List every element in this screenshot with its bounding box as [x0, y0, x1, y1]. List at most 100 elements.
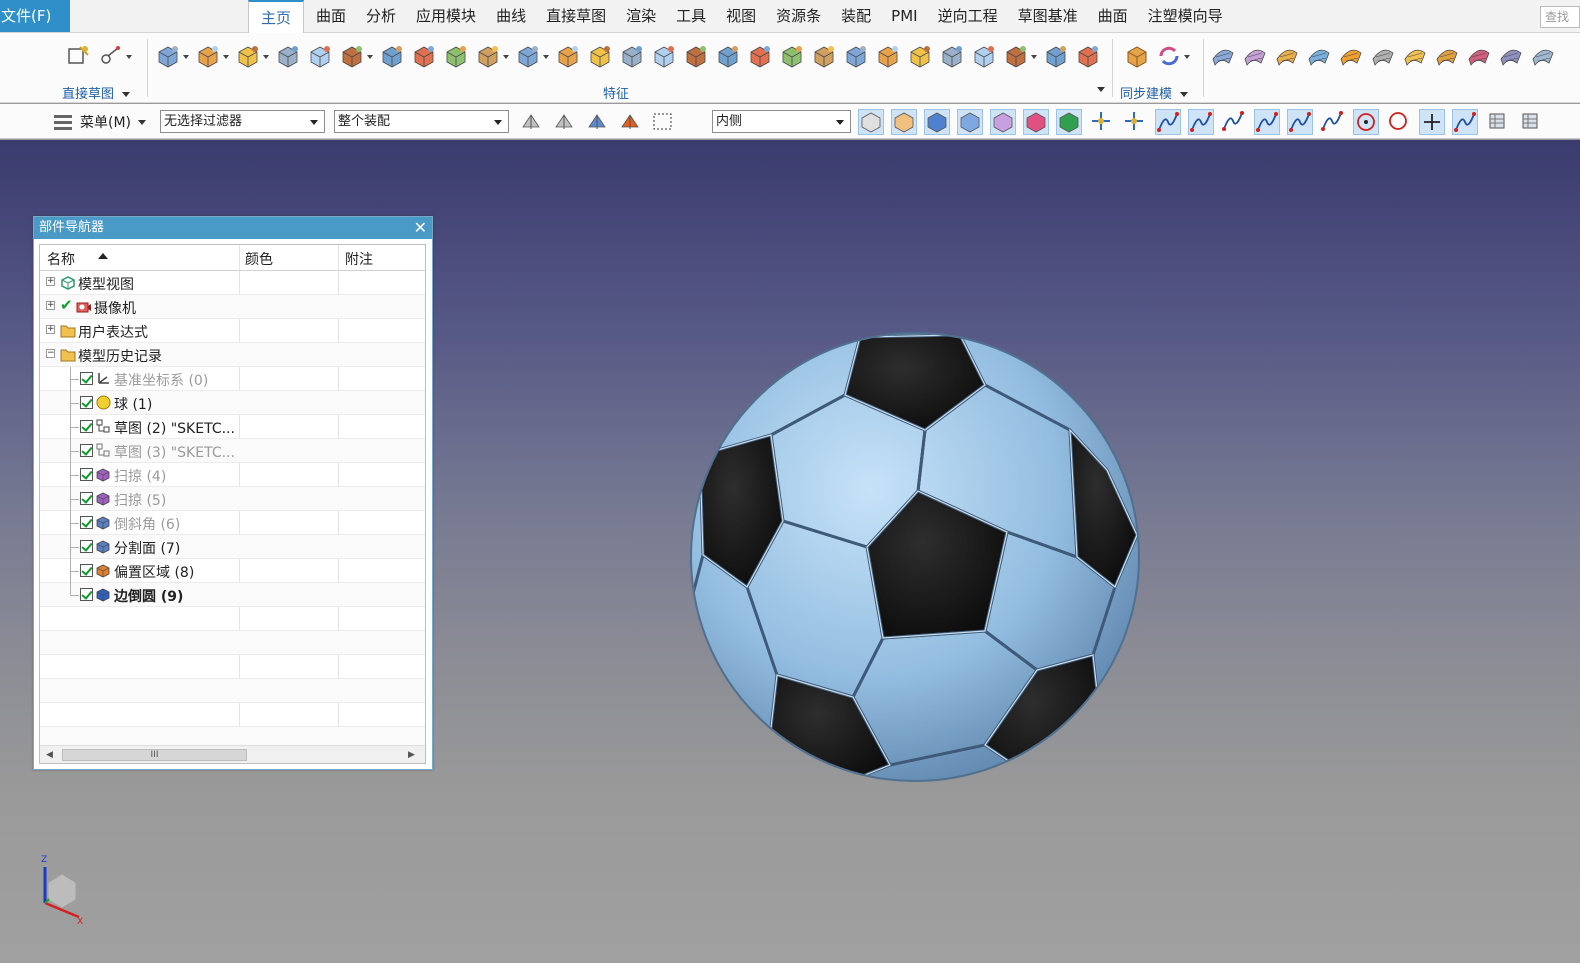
tab-sketch-datum[interactable]: 草图基准 [1010, 0, 1086, 33]
tab-render[interactable]: 渲染 [618, 0, 664, 33]
visible-check-icon[interactable]: ✔ [60, 296, 73, 314]
wave-curve-icon[interactable] [1287, 109, 1313, 135]
trim-body-icon[interactable] [555, 43, 581, 69]
circle-icon[interactable] [1386, 109, 1412, 135]
point-snap-icon[interactable] [617, 109, 643, 135]
split-body-icon[interactable] [587, 43, 613, 69]
unite-icon[interactable] [475, 43, 509, 69]
extend-sheet-icon[interactable] [1498, 43, 1524, 69]
tree-row[interactable]: + ✔ 摄像机 [40, 295, 425, 319]
column-header-note[interactable]: 附注 [345, 249, 373, 269]
tree-row[interactable]: 边倒圆 (9) [40, 583, 425, 607]
extrude-icon[interactable] [339, 43, 373, 69]
tab-resource-bar[interactable]: 资源条 [768, 0, 829, 33]
snap-point-dropdown[interactable]: 内侧 [712, 110, 851, 133]
feature-checkbox[interactable] [80, 588, 93, 601]
lattice-icon[interactable] [235, 43, 269, 69]
tree-row[interactable]: 分割面 (7) [40, 535, 425, 559]
bounded-plane-icon[interactable] [1370, 43, 1396, 69]
offset-face-icon[interactable] [747, 43, 773, 69]
sync-modeling-group-label[interactable]: 同步建模 [1120, 83, 1189, 102]
selection-filter-dropdown[interactable]: 无选择过滤器 [160, 110, 325, 133]
draft-icon[interactable] [811, 43, 837, 69]
selection-scope-dropdown[interactable]: 整个装配 [334, 110, 509, 133]
spline-icon[interactable] [1254, 109, 1280, 135]
sketch-curve-icon[interactable] [98, 43, 132, 69]
tree-row[interactable]: 草图 (3) "SKETC... [40, 439, 425, 463]
snap-options-icon[interactable] [584, 109, 610, 135]
file-menu-button[interactable]: 文件(F) [0, 0, 70, 32]
tree-row[interactable]: + 用户表达式 [40, 319, 425, 343]
move-handle-icon[interactable] [1089, 109, 1115, 135]
shaded-icon[interactable] [924, 109, 950, 135]
table-icon[interactable] [1518, 109, 1544, 135]
tab-surface[interactable]: 曲面 [308, 0, 354, 33]
expand-icon[interactable]: + [46, 277, 55, 286]
groove-icon[interactable] [971, 43, 997, 69]
array-icon[interactable] [443, 43, 469, 69]
datum-plane-icon[interactable] [155, 43, 189, 69]
mirror-icon[interactable] [875, 43, 901, 69]
curve-on-surface-icon[interactable] [275, 43, 301, 69]
select-rectangle-icon[interactable] [650, 109, 676, 135]
tab-home[interactable]: 主页 [248, 0, 305, 33]
blend-icon[interactable] [843, 43, 869, 69]
command-search-input[interactable]: 查找 [1540, 6, 1580, 28]
scroll-left-icon[interactable]: ◀ [46, 750, 53, 760]
shell-icon[interactable] [515, 43, 549, 69]
tab-reverse-engineering[interactable]: 逆向工程 [930, 0, 1006, 33]
replace-face-icon[interactable] [1156, 43, 1190, 69]
sweep-icon[interactable] [619, 43, 645, 69]
rainbow-face-icon[interactable] [1023, 109, 1049, 135]
n-sided-surface-icon[interactable] [1402, 43, 1428, 69]
sketch-icon[interactable] [66, 43, 92, 69]
feature-checkbox[interactable] [80, 396, 93, 409]
tree-row[interactable]: − 模型历史记录 [40, 343, 425, 367]
tube-icon[interactable] [1043, 43, 1069, 69]
collapse-icon[interactable]: − [46, 349, 55, 358]
through-curves-icon[interactable] [1210, 43, 1236, 69]
tree-row[interactable]: 扫掠 (4) [40, 463, 425, 487]
emboss-icon[interactable] [907, 43, 933, 69]
swept-surface-icon[interactable] [1338, 43, 1364, 69]
tab-analysis[interactable]: 分析 [358, 0, 404, 33]
boss-icon[interactable] [683, 43, 709, 69]
ruled-surface-icon[interactable] [1242, 43, 1268, 69]
expand-icon[interactable]: + [46, 301, 55, 310]
rib-icon[interactable] [1003, 43, 1037, 69]
tab-mold-wizard[interactable]: 注塑模向导 [1140, 0, 1231, 33]
pad-icon[interactable] [715, 43, 741, 69]
feature-gallery-dropdown[interactable] [1097, 87, 1105, 92]
line-icon[interactable] [1155, 109, 1181, 135]
tab-view[interactable]: 视图 [718, 0, 764, 33]
solid-body-icon[interactable] [891, 109, 917, 135]
pattern-feature-icon[interactable] [307, 43, 333, 69]
grid-points-icon[interactable] [1056, 109, 1082, 135]
tab-direct-sketch[interactable]: 直接草图 [538, 0, 614, 33]
diagonal-line-icon[interactable] [1452, 109, 1478, 135]
surface-icon[interactable] [957, 109, 983, 135]
tree-row[interactable]: 草图 (2) "SKETC... [40, 415, 425, 439]
feature-checkbox[interactable] [80, 468, 93, 481]
column-header-color[interactable]: 颜色 [245, 249, 273, 269]
expand-icon[interactable]: + [46, 325, 55, 334]
general-selection-icon[interactable] [518, 109, 544, 135]
feature-checkbox[interactable] [80, 492, 93, 505]
line-icon-2[interactable] [1188, 109, 1214, 135]
close-icon[interactable]: ✕ [414, 217, 427, 239]
shade-cone-icon[interactable] [1485, 109, 1511, 135]
curve-point-icon[interactable] [1221, 109, 1247, 135]
scrollbar-thumb[interactable]: III [62, 749, 247, 761]
circle-center-icon[interactable] [1353, 109, 1379, 135]
tab-tools[interactable]: 工具 [668, 0, 714, 33]
sew-icon[interactable] [1530, 43, 1556, 69]
tree-row[interactable]: 倒斜角 (6) [40, 511, 425, 535]
tree-row[interactable]: 球 (1) [40, 391, 425, 415]
tab-application[interactable]: 应用模块 [408, 0, 484, 33]
direct-sketch-group-label[interactable]: 直接草图 [62, 83, 131, 102]
main-menu-button[interactable]: 菜单(M) [52, 111, 147, 133]
block-icon[interactable] [379, 43, 405, 69]
scale-icon[interactable] [1075, 43, 1101, 69]
tree-row[interactable]: + 模型视图 [40, 271, 425, 295]
feature-checkbox[interactable] [80, 516, 93, 529]
